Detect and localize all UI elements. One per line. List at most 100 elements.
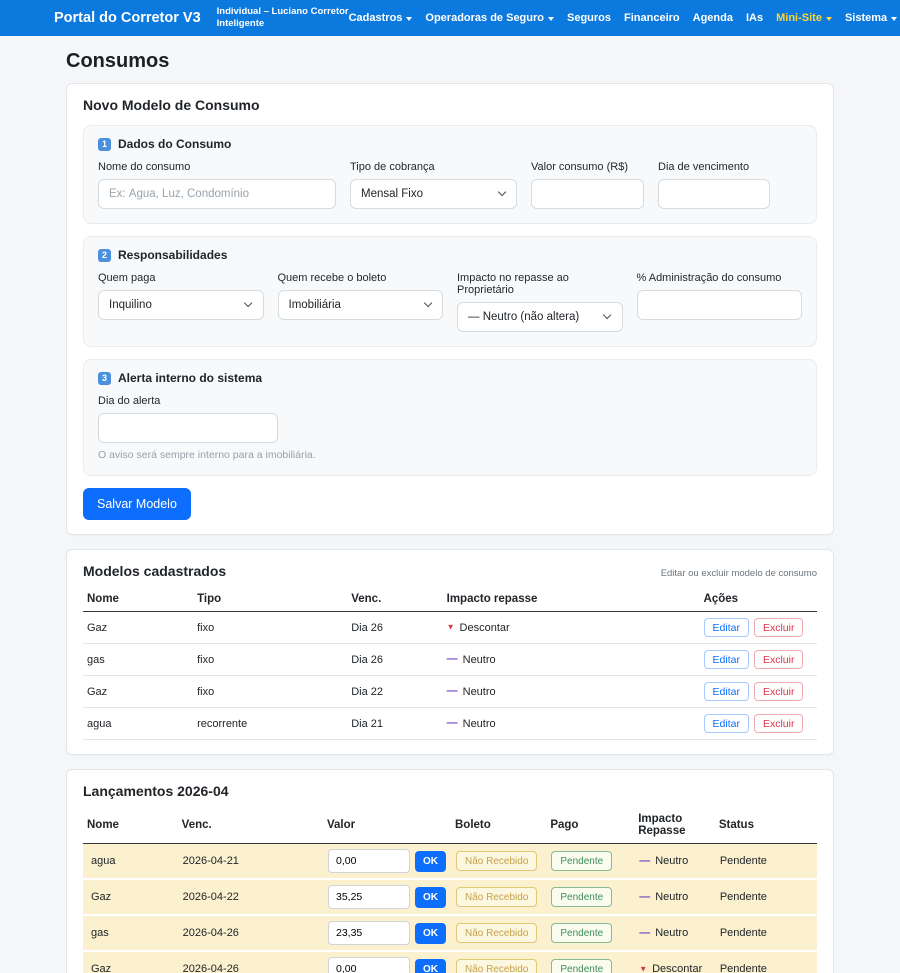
nav-item-cadastros[interactable]: Cadastros	[349, 12, 413, 24]
ok-button[interactable]: OK	[415, 923, 446, 944]
cell-nome: agua	[83, 844, 178, 880]
nav-item-label: Cadastros	[349, 12, 403, 24]
valor-input[interactable]	[328, 849, 410, 873]
quem-recebe-select[interactable]: Imobiliária	[278, 290, 444, 320]
tipo-cobranca-label: Tipo de cobrança	[350, 161, 517, 173]
pago-status-button[interactable]: Pendente	[551, 959, 612, 973]
dia-vencimento-label: Dia de vencimento	[658, 161, 770, 173]
valor-consumo-label: Valor consumo (R$)	[531, 161, 644, 173]
section-dados-consumo: 1 Dados do Consumo Nome do consumo Tipo …	[83, 125, 817, 224]
nav-item-label: Operadoras de Seguro	[425, 12, 544, 24]
models-card-title: Modelos cadastrados	[83, 563, 226, 579]
cell-pago: Pendente	[546, 879, 634, 915]
cell-valor: OK	[323, 951, 451, 973]
impacto-repasse-select[interactable]: — Neutro (não altera)	[457, 302, 623, 332]
nome-consumo-input[interactable]	[98, 179, 336, 209]
impact-label: Neutro	[463, 718, 496, 730]
table-row: Gaz fixo Dia 22 —Neutro EditarExcluir	[83, 676, 817, 708]
section-alerta-header: 3 Alerta interno do sistema	[98, 371, 802, 385]
cell-impacto: —Neutro	[443, 644, 700, 676]
delete-button[interactable]: Excluir	[754, 682, 804, 701]
models-table: Nome Tipo Venc. Impacto repasse Ações Ga…	[83, 587, 817, 740]
edit-button[interactable]: Editar	[704, 714, 749, 733]
impact-label: Neutro	[463, 686, 496, 698]
account-subtitle-line2: Inteligente	[217, 18, 265, 29]
table-row: Gaz 2026-04-22 OK Não Recebido Pendente …	[83, 879, 817, 915]
section-number-2-icon: 2	[98, 249, 111, 262]
cell-impacto: —Neutro	[634, 915, 715, 951]
nav-menu: Cadastros Operadoras de Seguro Seguros F…	[349, 12, 900, 24]
cell-valor: OK	[323, 879, 451, 915]
delete-button[interactable]: Excluir	[754, 650, 804, 669]
cell-status: Pendente	[715, 915, 817, 951]
launches-header-pago: Pago	[546, 807, 634, 844]
pago-status-button[interactable]: Pendente	[551, 851, 612, 871]
boleto-status-button[interactable]: Não Recebido	[456, 923, 537, 943]
models-header-tipo: Tipo	[193, 587, 347, 612]
neutral-dash-icon: —	[447, 686, 458, 698]
tipo-cobranca-select[interactable]: Mensal Fixo	[350, 179, 517, 209]
neutral-dash-icon: —	[639, 891, 650, 903]
ok-button[interactable]: OK	[415, 851, 446, 872]
dia-alerta-input[interactable]	[98, 413, 278, 443]
launches-table: Nome Venc. Valor Boleto Pago Impacto Rep…	[83, 807, 817, 973]
nav-item-label: IAs	[746, 12, 763, 24]
cell-venc: 2026-04-21	[178, 844, 323, 880]
quem-paga-select[interactable]: Inquilino	[98, 290, 264, 320]
cell-acoes: Editar Excluir	[700, 644, 817, 676]
cell-nome: gas	[83, 644, 193, 676]
nav-item-financeiro[interactable]: Financeiro	[624, 12, 680, 24]
dia-vencimento-input[interactable]	[658, 179, 770, 209]
delete-button[interactable]: Excluir	[754, 714, 804, 733]
nav-item-seguros[interactable]: Seguros	[567, 12, 611, 24]
chevron-down-icon	[891, 17, 897, 21]
discount-triangle-icon: ▼	[447, 623, 455, 632]
valor-input[interactable]	[328, 921, 410, 945]
field-quem-recebe: Quem recebe o boleto Imobiliária	[278, 272, 444, 332]
edit-button[interactable]: Editar	[704, 618, 749, 637]
pago-status-button[interactable]: Pendente	[551, 923, 612, 943]
edit-button[interactable]: Editar	[704, 682, 749, 701]
nav-item-sistema[interactable]: Sistema	[845, 12, 897, 24]
table-row: Gaz fixo Dia 26 ▼Descontar EditarExcluir	[83, 612, 817, 644]
launches-header-impacto: Impacto Repasse	[634, 807, 715, 844]
cell-nome: gas	[83, 915, 178, 951]
admin-consumo-input[interactable]	[637, 290, 803, 320]
models-header-impacto: Impacto repasse	[443, 587, 700, 612]
boleto-status-button[interactable]: Não Recebido	[456, 851, 537, 871]
nav-item-operadoras[interactable]: Operadoras de Seguro	[425, 12, 554, 24]
cell-tipo: recorrente	[193, 708, 347, 740]
nav-item-agenda[interactable]: Agenda	[693, 12, 733, 24]
brand-title[interactable]: Portal do Corretor V3	[54, 10, 201, 26]
cell-venc: Dia 26	[347, 644, 442, 676]
impact-label: Neutro	[655, 927, 688, 939]
nav-item-ias[interactable]: IAs	[746, 12, 763, 24]
account-subtitle: Individual – Luciano Corretor Inteligent…	[217, 6, 349, 30]
field-dia-vencimento: Dia de vencimento	[658, 161, 770, 209]
nav-item-mini-site[interactable]: Mini-Site	[776, 12, 832, 24]
nav-item-label: Sistema	[845, 12, 887, 24]
table-row: Gaz 2026-04-26 OK Não Recebido Pendente …	[83, 951, 817, 973]
save-model-button[interactable]: Salvar Modelo	[83, 488, 191, 520]
cell-impacto: —Neutro	[443, 708, 700, 740]
delete-button[interactable]: Excluir	[754, 618, 804, 637]
ok-button[interactable]: OK	[415, 959, 446, 973]
field-tipo-cobranca: Tipo de cobrança Mensal Fixo	[350, 161, 517, 209]
boleto-status-button[interactable]: Não Recebido	[456, 959, 537, 973]
valor-input[interactable]	[328, 957, 410, 973]
valor-consumo-input[interactable]	[531, 179, 644, 209]
cell-tipo: fixo	[193, 676, 347, 708]
section-number-3-icon: 3	[98, 372, 111, 385]
launches-header-venc: Venc.	[178, 807, 323, 844]
cell-acoes: Editar Excluir	[700, 612, 817, 644]
models-header-acoes: Ações	[700, 587, 817, 612]
nav-item-label: Financeiro	[624, 12, 680, 24]
valor-input[interactable]	[328, 885, 410, 909]
models-header-nome: Nome	[83, 587, 193, 612]
boleto-status-button[interactable]: Não Recebido	[456, 887, 537, 907]
ok-button[interactable]: OK	[415, 887, 446, 908]
edit-button[interactable]: Editar	[704, 650, 749, 669]
top-navbar: Portal do Corretor V3 Individual – Lucia…	[0, 0, 900, 36]
pago-status-button[interactable]: Pendente	[551, 887, 612, 907]
section-alerta-title: Alerta interno do sistema	[118, 371, 262, 385]
